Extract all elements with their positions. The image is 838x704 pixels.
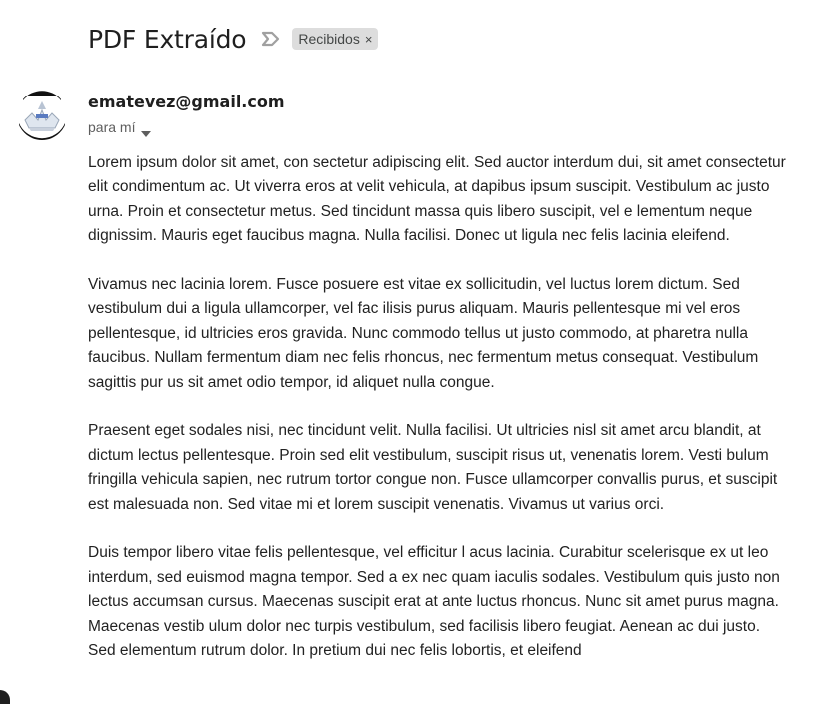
importance-marker-icon[interactable] xyxy=(260,30,282,48)
remove-label-icon[interactable]: × xyxy=(365,32,373,47)
label-chip-text: Recibidos xyxy=(298,31,360,47)
body-paragraph: Vivamus nec lacinia lorem. Fusce posuere… xyxy=(88,276,759,391)
label-chip-inbox[interactable]: Recibidos × xyxy=(292,28,379,50)
body-paragraph: Duis tempor libero vitae felis pellentes… xyxy=(88,544,780,660)
subject-header: PDF Extraído Recibidos × xyxy=(88,20,379,58)
window-corner xyxy=(0,690,10,704)
body-paragraph: Praesent eget sodales nisi, nec tincidun… xyxy=(88,422,778,513)
email-subject: PDF Extraído xyxy=(88,24,247,54)
sender-address: ematevez@gmail.com xyxy=(88,92,285,111)
recipient-text: para mí xyxy=(88,119,136,135)
email-body: Lorem ipsum dolor sit amet, con sectetur… xyxy=(88,151,788,688)
recipient-details-toggle[interactable]: para mí xyxy=(88,119,152,137)
body-paragraph: Lorem ipsum dolor sit amet, con sectetur… xyxy=(88,154,786,245)
sender-avatar[interactable] xyxy=(17,90,67,140)
caret-down-icon[interactable] xyxy=(141,124,152,137)
